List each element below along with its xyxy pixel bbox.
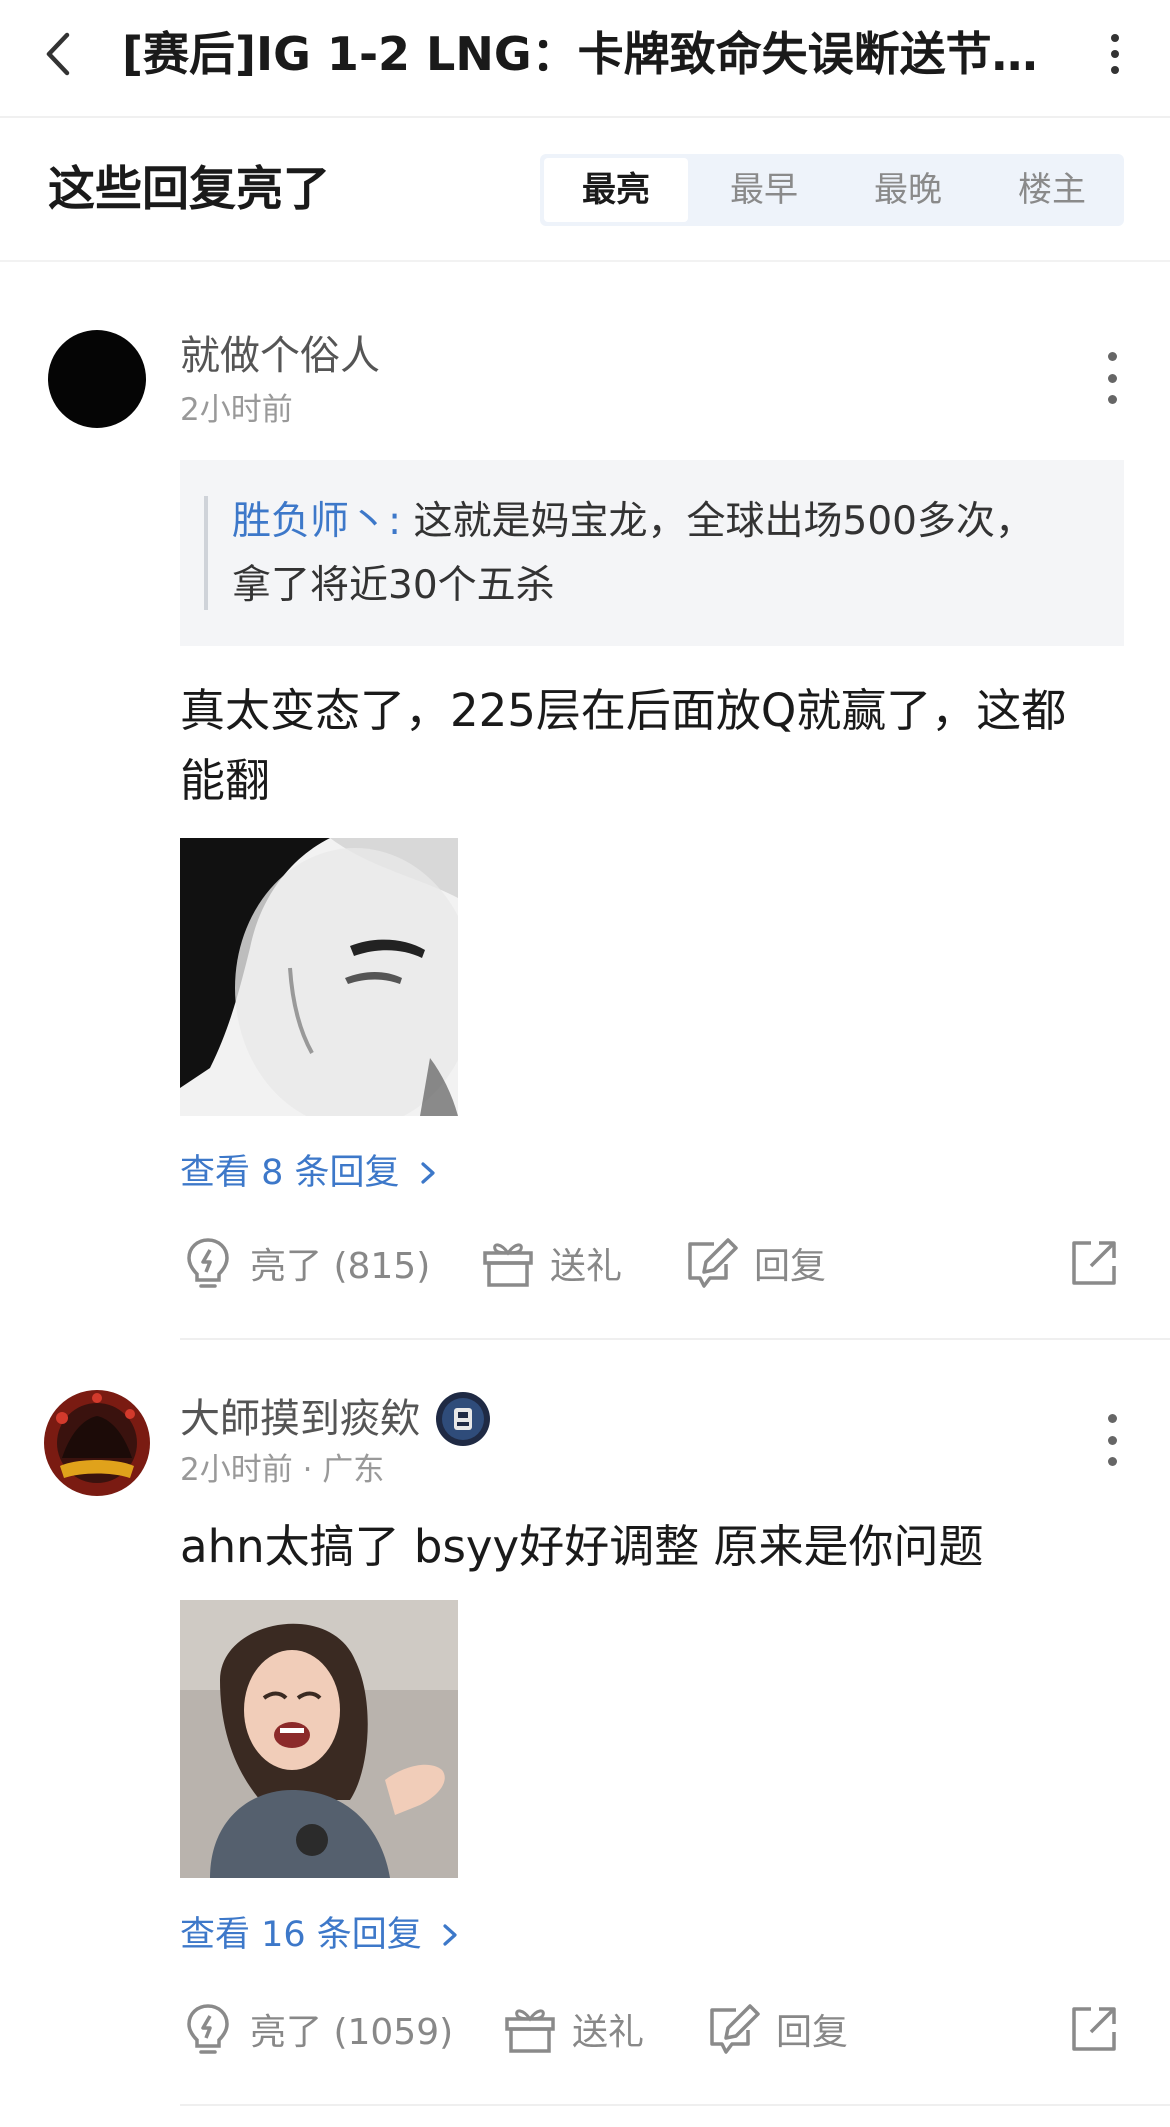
section-divider: [0, 260, 1170, 280]
comment-divider: [180, 1338, 1170, 1340]
gift-label: 送礼: [572, 2012, 645, 2053]
avatar[interactable]: [48, 330, 146, 428]
comment-actions: 亮了 (1059) 送礼 回复: [180, 1994, 1124, 2064]
more-dot: [1107, 1414, 1117, 1423]
share-button[interactable]: [1064, 1994, 1124, 2064]
reply-button[interactable]: 回复: [684, 1228, 826, 1298]
gift-icon: [502, 2001, 558, 2057]
chevron-right-icon: [421, 1162, 435, 1184]
like-count: 亮了 (815): [250, 1246, 431, 1287]
view-replies-label: 查看 16 条回复: [180, 1915, 422, 1955]
reply-button[interactable]: 回复: [706, 1994, 848, 2064]
page-title: [赛后]IG 1-2 LNG：卡牌致命失误断送节…: [122, 27, 1038, 81]
reply-edit-icon: [706, 2001, 762, 2057]
tab-op-only[interactable]: 楼主: [980, 154, 1124, 226]
view-replies-label: 查看 8 条回复: [180, 1153, 400, 1193]
lightbulb-icon: [180, 2001, 236, 2057]
quote-bar: [204, 496, 208, 610]
like-button[interactable]: 亮了 (815): [180, 1228, 430, 1298]
more-dot: [1107, 1457, 1117, 1466]
laughing-woman-image: [180, 1600, 458, 1878]
view-replies-link[interactable]: 查看 8 条回复: [180, 1148, 439, 1198]
more-dot: [1107, 352, 1117, 361]
chevron-left-icon: [46, 32, 70, 76]
more-dot: [1107, 1435, 1117, 1445]
share-button[interactable]: [1064, 1228, 1124, 1298]
username[interactable]: 大師摸到痰欸: [180, 1390, 492, 1448]
comment-body: 真太变态了，225层在后面放Q就赢了，这都能翻: [180, 684, 1067, 807]
more-dot: [1107, 395, 1117, 404]
gift-button[interactable]: 送礼: [480, 1228, 622, 1298]
quote-author[interactable]: 胜负师丶:: [232, 499, 401, 544]
avatar[interactable]: [42, 1388, 152, 1498]
gift-icon: [480, 1235, 536, 1291]
comment-actions: 亮了 (815) 送礼 回复: [180, 1228, 1124, 1298]
team-badge-icon: [436, 1392, 490, 1446]
tab-latest[interactable]: 最晚: [836, 154, 980, 226]
tab-earliest[interactable]: 最早: [692, 154, 836, 226]
comment-meta: 2小时前 · 广东: [180, 1452, 385, 1488]
lightbulb-icon: [180, 1235, 236, 1291]
section-title: 这些回复亮了: [48, 162, 330, 217]
comment-more-button[interactable]: [1094, 348, 1130, 408]
gift-button[interactable]: 送礼: [502, 1994, 644, 2064]
username[interactable]: 就做个俗人: [180, 330, 380, 382]
view-replies-link[interactable]: 查看 16 条回复: [180, 1910, 461, 1960]
reply-label: 回复: [776, 2012, 849, 2053]
like-count: 亮了 (1059): [250, 2012, 454, 2053]
avatar-image: [44, 1390, 150, 1496]
username-text: 大師摸到痰欸: [180, 1396, 420, 1442]
like-button[interactable]: 亮了 (1059): [180, 1994, 453, 2064]
reply-label: 回复: [754, 1246, 827, 1287]
sort-tabs: 最亮 最早 最晚 楼主: [540, 154, 1124, 226]
more-vertical-icon: [1111, 34, 1119, 74]
comment-image[interactable]: [180, 1600, 458, 1878]
tab-hottest[interactable]: 最亮: [544, 158, 688, 222]
share-icon: [1072, 2007, 1116, 2051]
gift-label: 送礼: [550, 1246, 623, 1287]
quote-text: 胜负师丶: 这就是妈宝龙，全球出场500多次，拿了将近30个五杀: [232, 490, 1072, 618]
share-icon: [1072, 1241, 1116, 1285]
comment-more-button[interactable]: [1094, 1410, 1130, 1470]
reply-edit-icon: [684, 1235, 740, 1291]
chevron-right-icon: [443, 1924, 457, 1946]
comment-body: ahn太搞了 bsyy好好调整 原来是你问题: [180, 1520, 984, 1573]
section-header: 这些回复亮了 最亮 最早 最晚 楼主: [0, 118, 1170, 260]
quoted-reply[interactable]: 胜负师丶: 这就是妈宝龙，全球出场500多次，拿了将近30个五杀: [180, 460, 1124, 646]
more-dot: [1107, 373, 1117, 383]
meme-face-image: [180, 838, 458, 1116]
top-navbar: [赛后]IG 1-2 LNG：卡牌致命失误断送节…: [0, 0, 1170, 118]
comment-divider: [180, 2104, 1170, 2106]
comment-meta: 2小时前: [180, 392, 293, 428]
back-button[interactable]: [30, 22, 86, 86]
more-menu-button[interactable]: [1090, 22, 1140, 86]
comment-image[interactable]: [180, 838, 458, 1116]
